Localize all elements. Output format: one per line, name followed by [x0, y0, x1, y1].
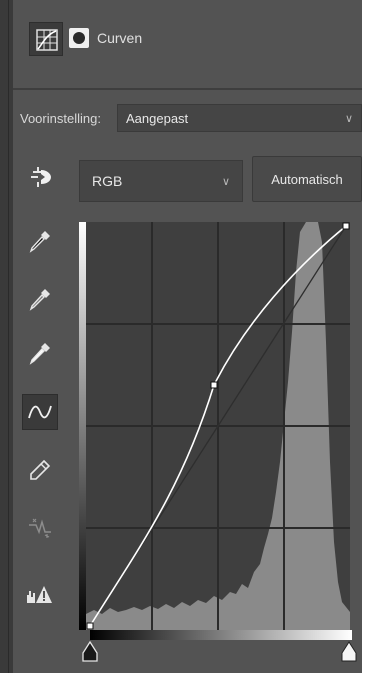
header-divider [13, 88, 362, 90]
smooth-curve-icon[interactable] [24, 511, 56, 543]
curves-grid-glyph [36, 29, 58, 51]
output-gradient-bar [79, 222, 86, 630]
channel-value: RGB [92, 173, 123, 189]
target-adjustment-icon[interactable] [27, 164, 55, 195]
white-point-eyedropper-icon[interactable] [24, 338, 56, 370]
preset-label: Voorinstelling: [20, 111, 101, 126]
clipping-warning-icon[interactable] [24, 578, 56, 610]
curves-graph-svg [86, 222, 350, 630]
panel-title: Curven [97, 30, 143, 46]
preset-value: Aangepast [126, 111, 189, 126]
pencil-icon[interactable] [24, 454, 56, 486]
curve-point-mid[interactable] [210, 381, 218, 389]
curve-point-black[interactable] [86, 622, 94, 630]
chevron-down-icon: ∨ [344, 113, 353, 125]
panel-seam [8, 0, 9, 673]
chevron-down-icon: ∨ [221, 176, 230, 188]
channel-dropdown[interactable]: RGB ∨ [79, 160, 243, 202]
curves-layer-icon[interactable] [29, 22, 63, 56]
layer-mask-icon[interactable] [69, 28, 89, 48]
black-point-eyedropper-icon[interactable] [24, 226, 56, 258]
preset-dropdown[interactable]: Aangepast ∨ [117, 104, 362, 132]
curves-properties-panel: Curven Voorinstelling: Aangepast ∨ RGB ∨… [0, 0, 369, 673]
curve-point-white[interactable] [342, 222, 350, 230]
panel-header: Curven [13, 0, 362, 88]
input-gradient-bar [90, 630, 352, 640]
curves-graph[interactable] [86, 222, 350, 630]
right-edge-strip [362, 0, 369, 673]
panel-left-edge [0, 0, 13, 673]
curve-points-icon[interactable] [22, 394, 58, 430]
auto-button[interactable]: Automatisch [252, 156, 362, 202]
black-point-slider[interactable] [80, 641, 100, 663]
gray-point-eyedropper-icon[interactable] [24, 284, 56, 316]
white-point-slider[interactable] [339, 641, 359, 663]
